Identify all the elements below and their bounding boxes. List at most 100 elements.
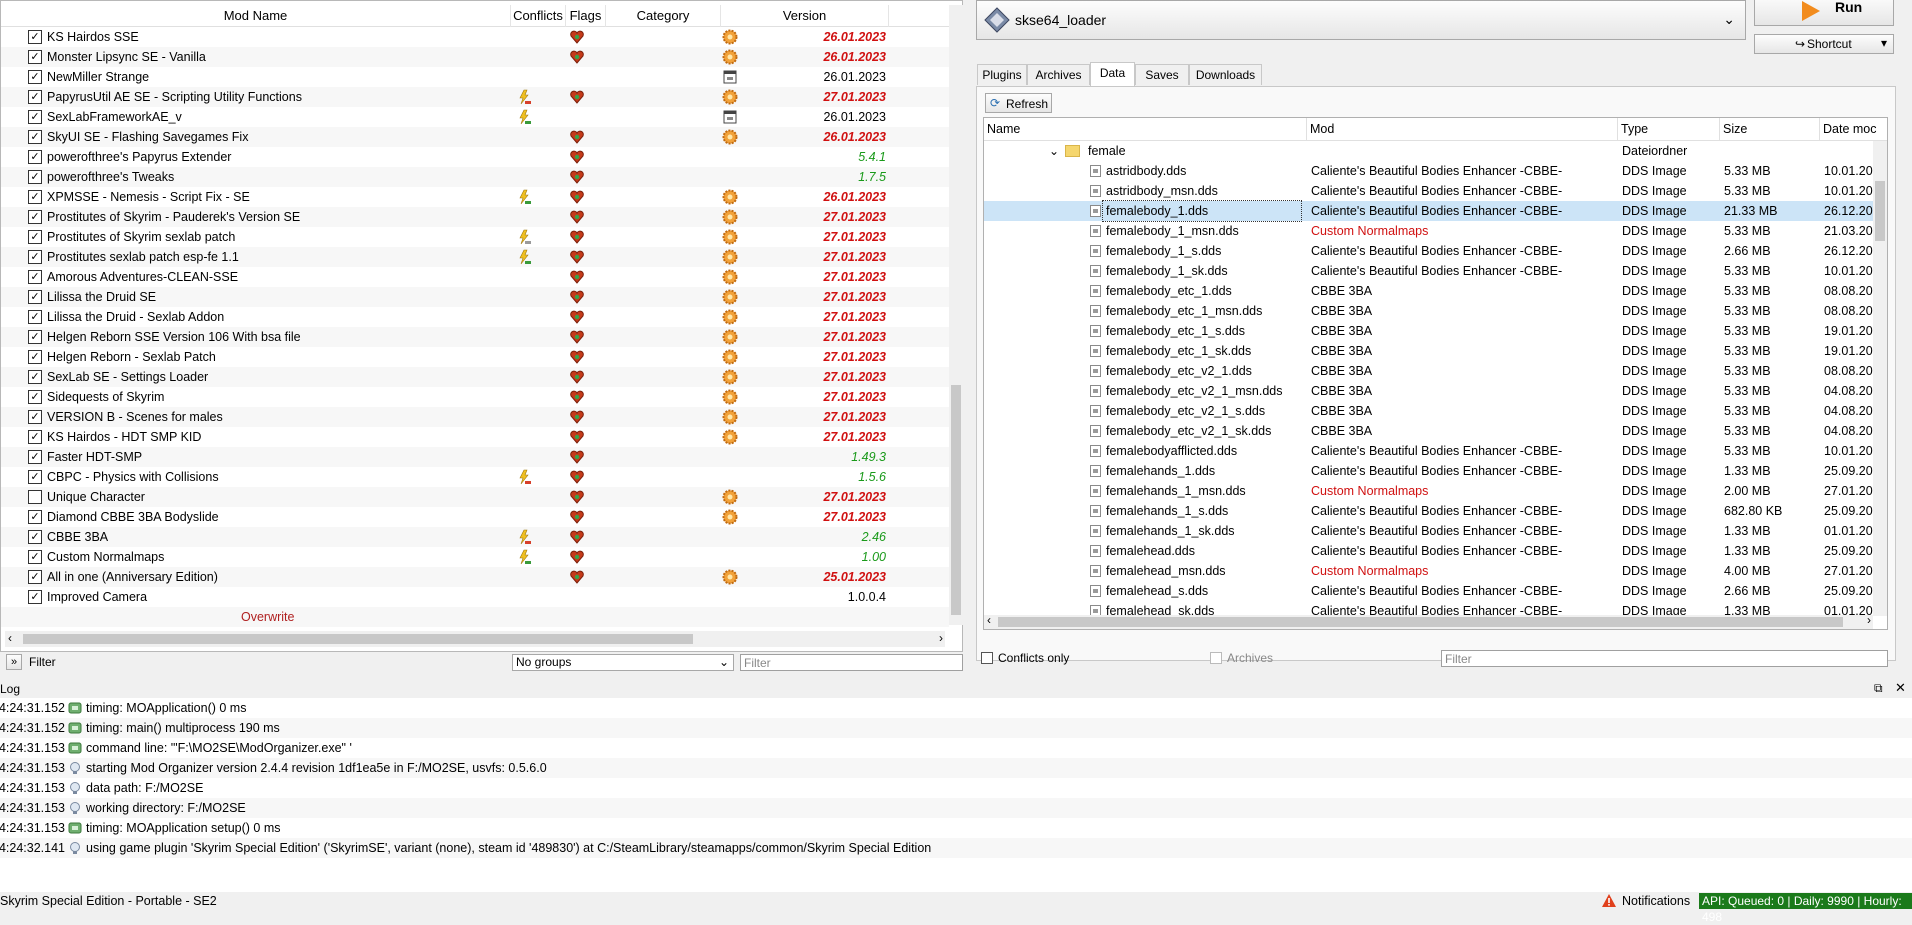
file-row[interactable]: femalehands_1_sk.dds Caliente's Beautiful… bbox=[984, 521, 1880, 541]
mod-enabled-checkbox[interactable]: ✓ bbox=[28, 210, 42, 224]
mod-row[interactable]: ✓ Helgen Reborn - Sexlab Patch 27.01.2023 bbox=[1, 347, 949, 367]
header-conflicts[interactable]: Conflicts bbox=[511, 5, 566, 27]
chevron-down-icon[interactable]: ⌄ bbox=[1049, 141, 1059, 161]
file-row[interactable]: femalebody_1.dds Caliente's Beautiful Bod… bbox=[984, 200, 1880, 222]
mod-row[interactable]: ✓ SexLabFrameworkAE_v 26.01.2023 bbox=[1, 107, 949, 127]
mod-enabled-checkbox[interactable]: ✓ bbox=[28, 70, 42, 84]
tab-data[interactable]: Data bbox=[1090, 62, 1135, 86]
mod-filter-input[interactable] bbox=[740, 654, 963, 671]
close-icon[interactable]: ✕ bbox=[1895, 680, 1906, 696]
mod-enabled-checkbox[interactable]: ✓ bbox=[28, 270, 42, 284]
executable-select[interactable]: skse64_loader ⌄ bbox=[976, 0, 1746, 40]
file-row[interactable]: femalehands_1.dds Caliente's Beautiful Bo… bbox=[984, 461, 1880, 481]
mod-enabled-checkbox[interactable]: ✓ bbox=[28, 250, 42, 264]
mod-enabled-checkbox[interactable]: ✓ bbox=[28, 330, 42, 344]
mod-list-hscrollbar[interactable]: ‹ › bbox=[5, 631, 945, 647]
mod-row[interactable]: ✓ Lilissa the Druid SE 27.01.2023 bbox=[1, 287, 949, 307]
mod-enabled-checkbox[interactable]: ✓ bbox=[28, 30, 42, 44]
mod-enabled-checkbox[interactable]: ✓ bbox=[28, 570, 42, 584]
file-row[interactable]: femalebody_etc_v2_1_msn.dds CBBE 3BA DDS I… bbox=[984, 381, 1880, 401]
mod-enabled-checkbox[interactable]: ✓ bbox=[28, 470, 42, 484]
scroll-left-arrow-icon[interactable]: ‹ bbox=[8, 631, 12, 645]
mod-list-vscrollbar[interactable] bbox=[949, 5, 963, 625]
file-row[interactable]: femalebody_etc_v2_1_s.dds CBBE 3BA DDS Ima… bbox=[984, 401, 1880, 421]
header-flags[interactable]: Flags bbox=[566, 5, 606, 27]
log-entry[interactable]: 14:24:31.152 timing: MOApplication() 0 ms bbox=[0, 698, 1912, 718]
log-entry[interactable]: 14:24:31.153 data path: F:/MO2SE bbox=[0, 778, 1912, 798]
mod-enabled-checkbox[interactable]: ✓ bbox=[28, 110, 42, 124]
file-row[interactable]: astridbody.dds Caliente's Beautiful Bodie… bbox=[984, 161, 1880, 181]
header-mod-name[interactable]: Mod Name bbox=[1, 5, 511, 27]
tab-archives[interactable]: Archives bbox=[1027, 64, 1090, 85]
mod-enabled-checkbox[interactable]: ✓ bbox=[28, 370, 42, 384]
tab-saves[interactable]: Saves bbox=[1135, 64, 1189, 85]
mod-row[interactable]: ✓ Faster HDT-SMP 1.49.3 bbox=[1, 447, 949, 467]
log-entry[interactable]: 14:24:31.153 command line: '"F:\MO2SE\Mod… bbox=[0, 738, 1912, 758]
log-entry[interactable]: 14:24:31.153 working directory: F:/MO2SE bbox=[0, 798, 1912, 818]
mod-row[interactable]: ✓ Prostitutes of Skyrim - Pauderek's Vers… bbox=[1, 207, 949, 227]
mod-enabled-checkbox[interactable]: ✓ bbox=[28, 410, 42, 424]
scroll-left-arrow-icon[interactable]: ‹ bbox=[987, 613, 991, 627]
mod-row[interactable]: ✓ Improved Camera 1.0.0.4 bbox=[1, 587, 949, 607]
data-tree-vscrollbar[interactable] bbox=[1873, 141, 1887, 616]
log-entry[interactable]: 14:24:31.152 timing: main() multiprocess … bbox=[0, 718, 1912, 738]
mod-enabled-checkbox[interactable]: ✓ bbox=[28, 550, 42, 564]
mod-row[interactable]: ✓ KS Hairdos SSE 26.01.2023 bbox=[1, 27, 949, 47]
notifications-button[interactable]: Notifications bbox=[1622, 892, 1690, 910]
header-category[interactable]: Category bbox=[606, 5, 721, 27]
file-row[interactable]: femalebody_1_s.dds Caliente's Beautiful B… bbox=[984, 241, 1880, 261]
mod-row[interactable]: ✓ powerofthree's Tweaks 1.7.5 bbox=[1, 167, 949, 187]
file-row[interactable]: femalehead.dds Caliente's Beautiful Bodie… bbox=[984, 541, 1880, 561]
file-row[interactable]: femalehands_1_s.dds Caliente's Beautiful … bbox=[984, 501, 1880, 521]
mod-row[interactable]: ✓ CBPC - Physics with Collisions 1.5.6 bbox=[1, 467, 949, 487]
mod-enabled-checkbox[interactable]: ✓ bbox=[28, 150, 42, 164]
log-entry[interactable]: 14:24:32.141 using game plugin 'Skyrim Sp… bbox=[0, 838, 1912, 858]
mod-enabled-checkbox[interactable]: ✓ bbox=[28, 510, 42, 524]
file-row[interactable]: femalehands_1_msn.dds Custom Normalmaps DD… bbox=[984, 481, 1880, 501]
log-entry[interactable]: 14:24:31.153 starting Mod Organizer versi… bbox=[0, 758, 1912, 778]
file-row[interactable]: femalehead_s.dds Caliente's Beautiful Bod… bbox=[984, 581, 1880, 601]
file-row[interactable]: femalebody_etc_v2_1.dds CBBE 3BA DDS Image… bbox=[984, 361, 1880, 381]
mod-row[interactable]: ✓ Diamond CBBE 3BA Bodyslide 27.01.2023 bbox=[1, 507, 949, 527]
mod-enabled-checkbox[interactable]: ✓ bbox=[28, 310, 42, 324]
mod-row[interactable]: ✓ Prostitutes sexlab patch esp-fe 1.1 27.0… bbox=[1, 247, 949, 267]
mod-row[interactable]: ✓ Custom Normalmaps 1.00 bbox=[1, 547, 949, 567]
file-row[interactable]: femalehead_msn.dds Custom Normalmaps DDS I… bbox=[984, 561, 1880, 581]
file-row[interactable]: astridbody_msn.dds Caliente's Beautiful B… bbox=[984, 181, 1880, 201]
mod-row[interactable]: ✓ Monster Lipsync SE - Vanilla 26.01.2023 bbox=[1, 47, 949, 67]
mod-enabled-checkbox[interactable]: ✓ bbox=[28, 190, 42, 204]
scroll-right-arrow-icon[interactable]: › bbox=[1867, 613, 1871, 627]
mod-row[interactable]: ✓ SkyUI SE - Flashing Savegames Fix 26.01.… bbox=[1, 127, 949, 147]
file-row[interactable]: femalebody_etc_1_sk.dds CBBE 3BA DDS Image… bbox=[984, 341, 1880, 361]
file-row[interactable]: femalebody_etc_v2_1_sk.dds CBBE 3BA DDS Im… bbox=[984, 421, 1880, 441]
mod-row[interactable]: ✓ Prostitutes of Skyrim sexlab patch 27.01… bbox=[1, 227, 949, 247]
file-row[interactable]: femalebody_etc_1_s.dds CBBE 3BA DDS Image 5… bbox=[984, 321, 1880, 341]
mod-enabled-checkbox[interactable]: ✓ bbox=[28, 230, 42, 244]
header-mod[interactable]: Mod bbox=[1307, 118, 1618, 141]
mod-row[interactable]: ✓ KS Hairdos - HDT SMP KID 27.01.2023 bbox=[1, 427, 949, 447]
mod-enabled-checkbox[interactable]: ✓ bbox=[28, 90, 42, 104]
conflicts-only-checkbox[interactable] bbox=[981, 652, 993, 664]
tab-downloads[interactable]: Downloads bbox=[1189, 64, 1262, 85]
expand-filters-button[interactable]: » bbox=[6, 654, 22, 670]
header-name[interactable]: Name bbox=[984, 118, 1307, 141]
mod-enabled-checkbox[interactable]: ✓ bbox=[28, 50, 42, 64]
file-row[interactable]: femalebody_etc_1_msn.dds CBBE 3BA DDS Imag… bbox=[984, 301, 1880, 321]
mod-row[interactable]: ✓ XPMSSE - Nemesis - Script Fix - SE 26.01… bbox=[1, 187, 949, 207]
hscroll-thumb[interactable] bbox=[998, 617, 1843, 627]
mod-row[interactable]: ✓ powerofthree's Papyrus Extender 5.4.1 bbox=[1, 147, 949, 167]
mod-enabled-checkbox[interactable]: ✓ bbox=[28, 390, 42, 404]
log-entry[interactable]: 14:24:31.153 timing: MOApplication setup(… bbox=[0, 818, 1912, 838]
mod-enabled-checkbox[interactable]: ✓ bbox=[28, 430, 42, 444]
mod-enabled-checkbox[interactable]: ✓ bbox=[28, 530, 42, 544]
scroll-right-arrow-icon[interactable]: › bbox=[939, 631, 943, 645]
mod-enabled-checkbox[interactable]: ✓ bbox=[28, 130, 42, 144]
file-row[interactable]: femalebodyafflicted.dds Caliente's Beauti… bbox=[984, 441, 1880, 461]
vscroll-thumb[interactable] bbox=[951, 385, 961, 615]
header-type[interactable]: Type bbox=[1618, 118, 1720, 141]
file-row[interactable]: femalebody_etc_1.dds CBBE 3BA DDS Image 5.3… bbox=[984, 281, 1880, 301]
mod-enabled-checkbox[interactable]: ✓ bbox=[28, 170, 42, 184]
header-size[interactable]: Size bbox=[1720, 118, 1820, 141]
file-row[interactable]: femalebody_1_msn.dds Custom Normalmaps DDS… bbox=[984, 221, 1880, 241]
shortcut-button[interactable]: ↪ Shortcut ▾ bbox=[1754, 34, 1894, 54]
